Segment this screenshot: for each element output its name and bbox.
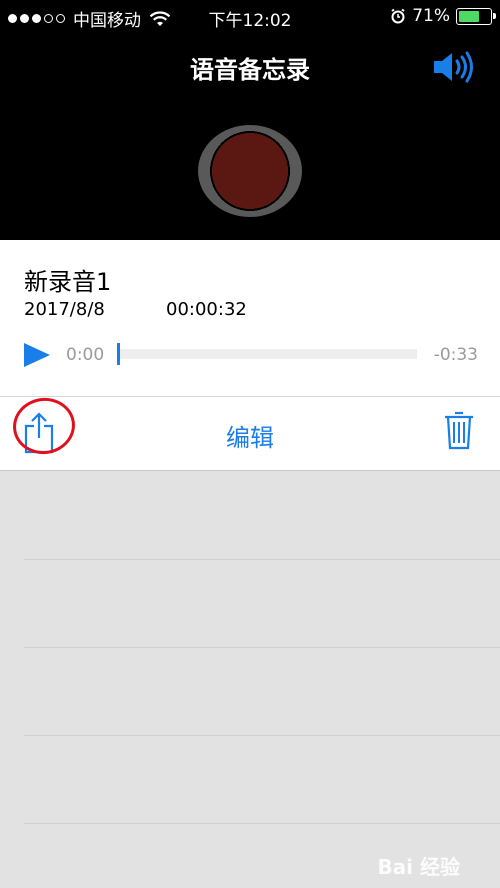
page-title: 语音备忘录	[190, 56, 310, 84]
alarm-icon	[391, 8, 405, 24]
divider	[0, 396, 500, 397]
edit-button[interactable]: 编辑	[0, 418, 500, 453]
recording-name[interactable]: 新录音1	[24, 262, 111, 297]
trash-icon[interactable]	[444, 410, 474, 450]
record-button[interactable]	[198, 125, 302, 217]
recording-detail: 新录音1 2017/8/8 00:00:32 0:00 -0:33 编辑	[0, 240, 500, 471]
playback-scrubber[interactable]	[120, 349, 417, 359]
remaining-time: -0:33	[433, 345, 478, 365]
recording-duration: 00:00:32	[166, 299, 247, 320]
recorder-panel: 中国移动 下午12:02 71% 语音备忘录	[0, 0, 500, 240]
list-separator	[24, 559, 500, 560]
list-separator	[24, 823, 500, 824]
playhead-handle[interactable]	[117, 343, 120, 365]
divider	[0, 470, 500, 471]
speaker-icon[interactable]	[432, 50, 476, 84]
battery-icon	[456, 7, 496, 25]
play-icon[interactable]	[24, 343, 50, 367]
recording-date: 2017/8/8	[24, 299, 105, 320]
status-bar: 中国移动 下午12:02 71%	[0, 0, 500, 34]
watermark-logo: Bai 经验	[377, 855, 460, 879]
elapsed-time: 0:00	[66, 345, 105, 365]
list-separator	[24, 647, 500, 648]
battery-percent: 71%	[412, 6, 450, 26]
list-separator	[24, 735, 500, 736]
